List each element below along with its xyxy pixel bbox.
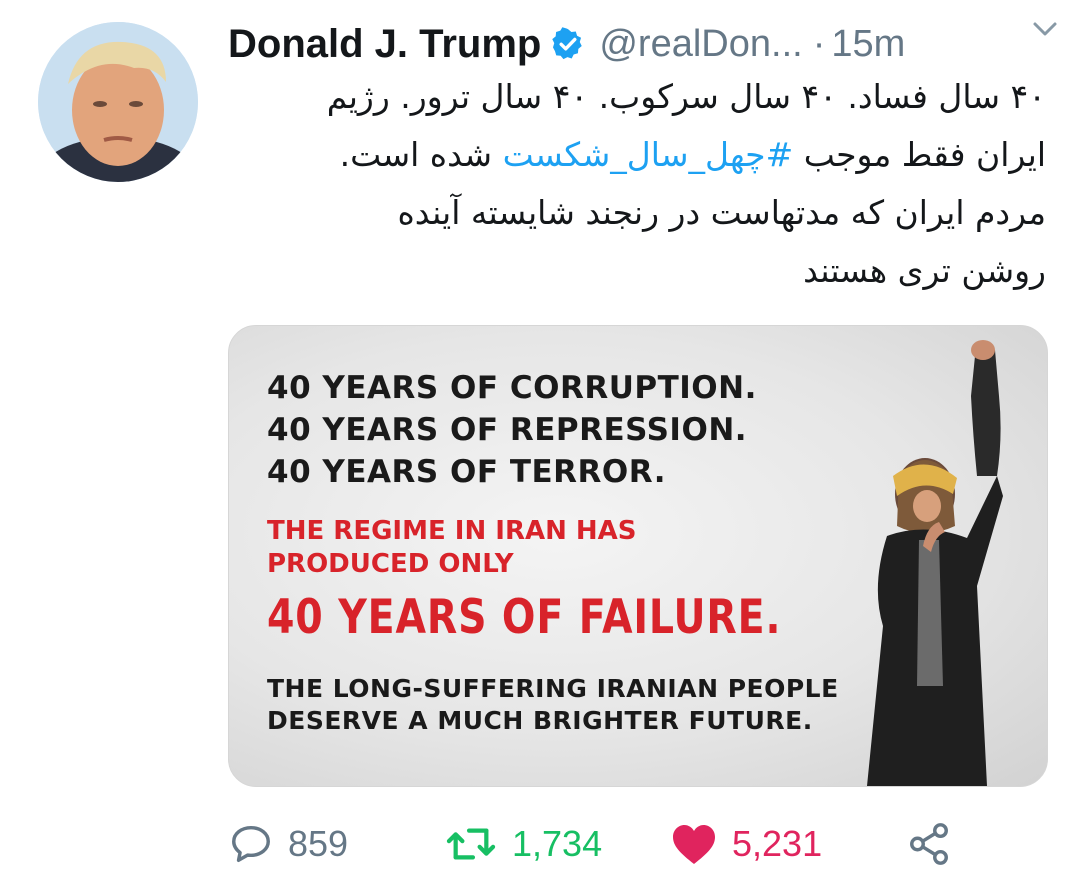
author-name[interactable]: Donald J. Trump: [228, 22, 541, 67]
reply-count: 859: [288, 823, 349, 864]
text-segment: روشن تری هستند: [803, 251, 1046, 290]
poster-footer-line: THE LONG-SUFFERING IRANIAN PEOPLE: [267, 674, 839, 703]
like-heart-icon: [673, 825, 715, 864]
text-segment: شده است.: [339, 135, 503, 174]
retweet-button[interactable]: 1,734: [444, 821, 670, 867]
avatar-portrait: [38, 22, 198, 182]
tweet-header: Donald J. Trump @realDon... · 15m: [228, 16, 1058, 72]
poster-red-line: PRODUCED ONLY: [267, 549, 514, 579]
tweet-timestamp[interactable]: 15m: [831, 23, 905, 66]
like-count: 5,231: [732, 823, 823, 864]
protester-figure-image: [867, 340, 1003, 786]
tweet-text-line: روشن تری هستند: [228, 242, 1046, 300]
poster-red-line: THE REGIME IN IRAN HAS: [267, 516, 637, 546]
poster-line: 40 YEARS OF CORRUPTION.: [267, 370, 757, 406]
share-icon: [910, 823, 948, 865]
header-separator: ·: [812, 22, 826, 65]
tweet-actions-bar: 859 1,734 5,231: [228, 812, 988, 876]
text-segment: ۴۰ سال فساد. ۴۰ سال سرکوب. ۴۰ سال ترور. …: [326, 77, 1046, 116]
tweet-text: ۴۰ سال فساد. ۴۰ سال سرکوب. ۴۰ سال ترور. …: [228, 68, 1046, 300]
tweet-text-line: مردم ایران که مدتهاست در رنجند شایسته آی…: [228, 184, 1046, 242]
hashtag-link[interactable]: #چهل_سال_شکست: [503, 135, 794, 174]
author-handle[interactable]: @realDon...: [599, 23, 802, 66]
tweet-media-image[interactable]: 40 YEARS OF CORRUPTION. 40 YEARS OF REPR…: [228, 325, 1048, 787]
share-button[interactable]: [906, 821, 952, 867]
poster-headline: 40 YEARS OF FAILURE.: [267, 590, 782, 645]
reply-icon: [232, 825, 270, 863]
tweet-text-line: ایران فقط موجب #چهل_سال_شکست شده است.: [228, 126, 1046, 184]
like-button[interactable]: 5,231: [670, 821, 906, 867]
retweet-count: 1,734: [512, 823, 603, 864]
poster-line: 40 YEARS OF TERROR.: [267, 454, 666, 490]
tweet-text-line: ۴۰ سال فساد. ۴۰ سال سرکوب. ۴۰ سال ترور. …: [228, 68, 1046, 126]
verified-badge-icon: [551, 27, 585, 61]
poster-footer-line: DESERVE A MUCH BRIGHTER FUTURE.: [267, 706, 813, 735]
reply-button[interactable]: 859: [228, 821, 444, 867]
retweet-icon: [446, 828, 496, 860]
chevron-down-icon[interactable]: [1030, 14, 1060, 44]
author-avatar[interactable]: [38, 22, 198, 182]
text-segment: مردم ایران که مدتهاست در رنجند شایسته آی…: [397, 193, 1046, 232]
poster-line: 40 YEARS OF REPRESSION.: [267, 412, 748, 448]
text-segment: ایران فقط موجب: [793, 135, 1046, 174]
